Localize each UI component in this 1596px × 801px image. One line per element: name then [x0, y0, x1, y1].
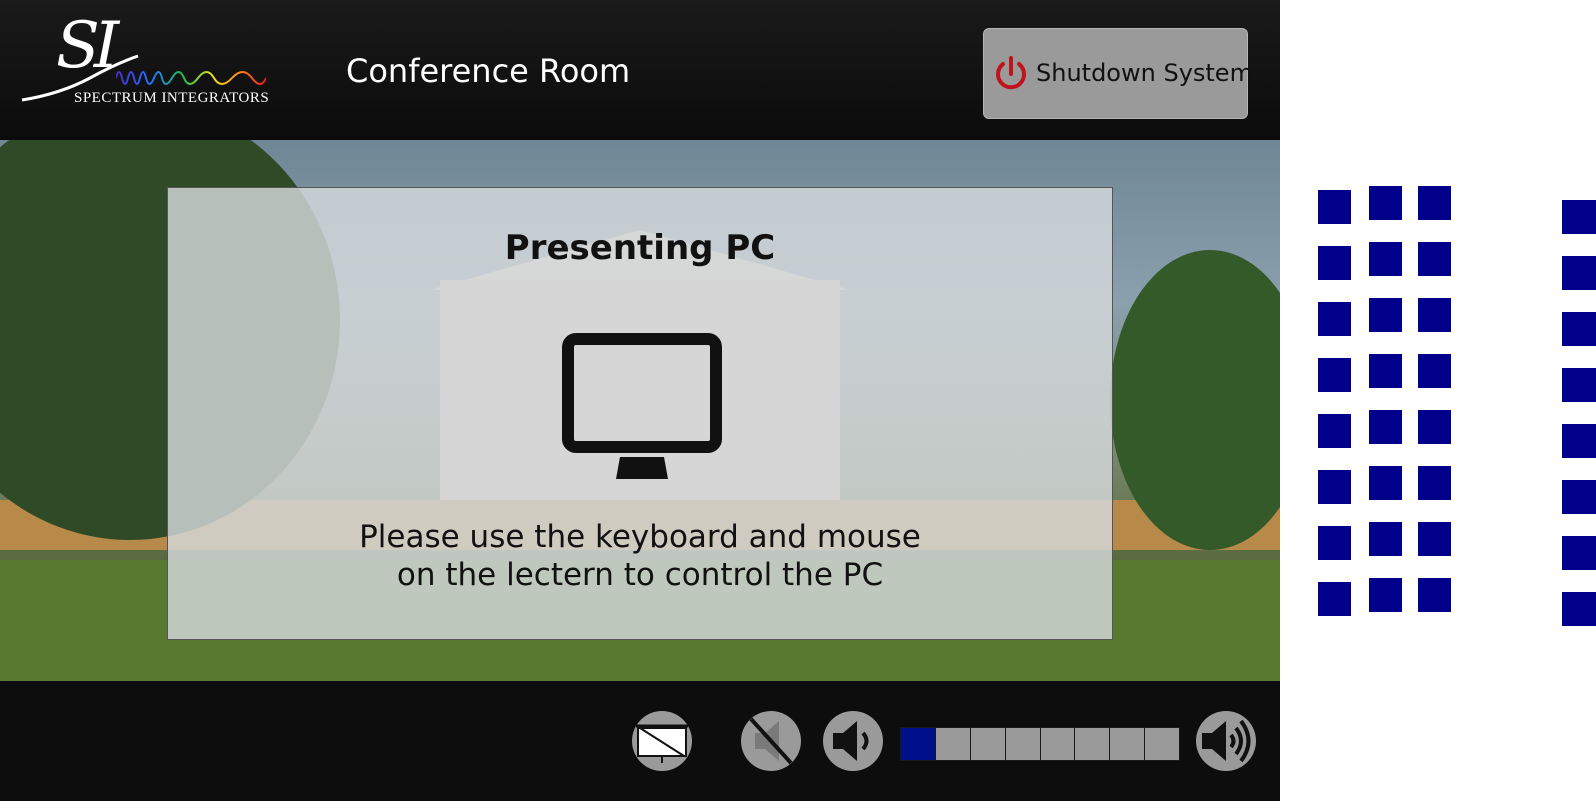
volume-segment[interactable] [970, 728, 1005, 760]
control-panel: SI SPECTRUM INTEGRATORS Conference Room … [0, 0, 1280, 801]
speaker-high-icon [1202, 719, 1251, 763]
grid-square [1369, 242, 1402, 276]
instruction-line-1: Please use the keyboard and mouse [359, 519, 921, 555]
volume-segment[interactable] [1075, 728, 1110, 760]
grid-square [1318, 246, 1351, 280]
grid-square [1318, 526, 1351, 560]
grid-square [1369, 522, 1402, 556]
volume-segment[interactable] [1145, 728, 1179, 760]
header-bar: SI SPECTRUM INTEGRATORS Conference Room … [0, 0, 1280, 140]
grid-square [1562, 592, 1596, 626]
grid-square [1418, 298, 1451, 332]
grid-square [1318, 358, 1351, 392]
grid-square [1418, 578, 1451, 612]
grid-square [1562, 312, 1596, 346]
power-icon [996, 56, 1026, 90]
volume-segment[interactable] [1110, 728, 1145, 760]
logo-swoosh-icon [21, 54, 139, 102]
grid-square [1418, 354, 1451, 388]
grid-square [1418, 410, 1451, 444]
screen-off-icon [636, 724, 688, 763]
volume-segment[interactable] [1040, 728, 1075, 760]
grid-square [1369, 410, 1402, 444]
grid-square [1418, 186, 1451, 220]
speaker-muted-icon [749, 717, 793, 765]
shutdown-label: Shutdown System [1036, 59, 1253, 87]
grid-square [1418, 466, 1451, 500]
presenting-title: Presenting PC [504, 228, 776, 268]
instruction-line-2: on the lectern to control the PC [396, 557, 884, 593]
grid-square [1369, 186, 1402, 220]
grid-square [1318, 190, 1351, 224]
mute-button[interactable] [741, 711, 801, 771]
monitor-icon [562, 333, 722, 479]
volume-down-button[interactable] [823, 711, 883, 771]
grid-square [1369, 466, 1402, 500]
volume-segment[interactable] [901, 728, 935, 760]
grid-square [1562, 256, 1596, 290]
grid-square [1562, 368, 1596, 402]
shutdown-system-button[interactable]: Shutdown System [983, 28, 1253, 119]
volume-up-button[interactable] [1196, 711, 1256, 771]
grid-square [1318, 414, 1351, 448]
grid-square [1318, 302, 1351, 336]
presenting-panel: Presenting PC Please use the keyboard an… [167, 187, 1113, 640]
spectrum-integrators-logo: SI SPECTRUM INTEGRATORS [20, 14, 270, 112]
volume-segment[interactable] [935, 728, 970, 760]
grid-square [1369, 578, 1402, 612]
grid-square [1562, 536, 1596, 570]
grid-square [1562, 424, 1596, 458]
volume-level-bar[interactable] [900, 727, 1180, 761]
grid-square [1318, 582, 1351, 616]
grid-square [1562, 200, 1596, 234]
grid-square [1318, 470, 1351, 504]
grid-square [1369, 354, 1402, 388]
screen-toggle-button[interactable] [632, 711, 692, 771]
volume-segment[interactable] [1005, 728, 1040, 760]
grid-square [1562, 480, 1596, 514]
instructions-text: Please use the keyboard and mouse on the… [168, 518, 1112, 594]
grid-square [1418, 522, 1451, 556]
room-title: Conference Room [346, 52, 631, 90]
grid-square [1418, 242, 1451, 276]
grid-square [1369, 298, 1402, 332]
speaker-low-icon [833, 721, 869, 761]
